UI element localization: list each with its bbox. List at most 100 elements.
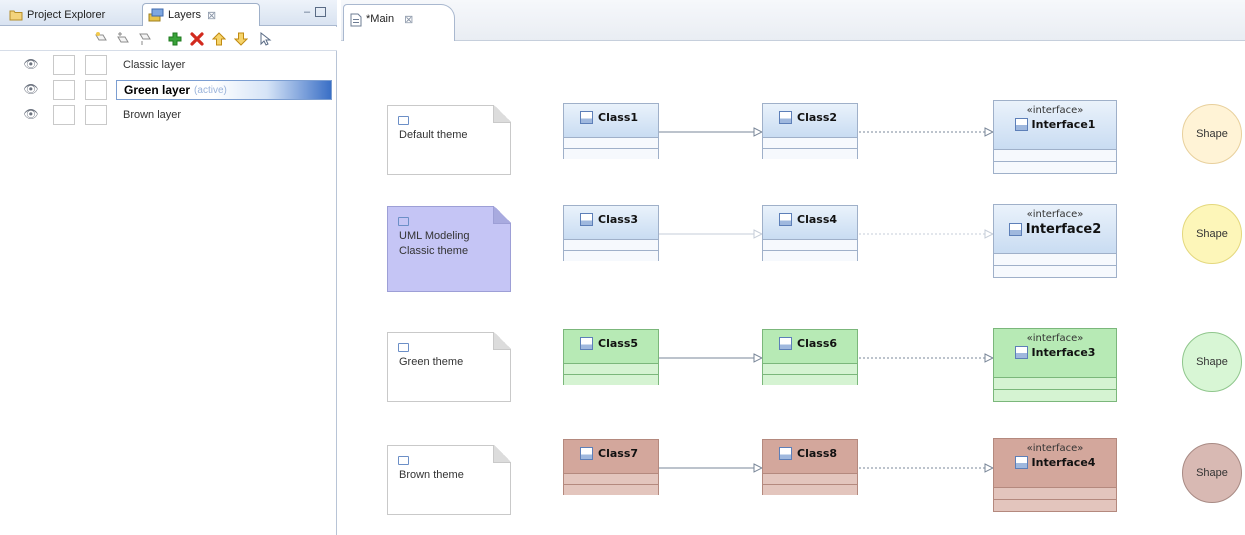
layer-row-green[interactable]: 👁 Green layer (active): [0, 77, 334, 102]
attribute-compartment: [994, 253, 1116, 265]
shape-label: Shape: [1196, 128, 1228, 140]
layer-row-classic[interactable]: 👁 Classic layer: [0, 52, 334, 77]
interface-box[interactable]: «interface» Interface1: [993, 100, 1117, 174]
eye-icon[interactable]: 👁: [23, 82, 38, 96]
editor-tab-bar: *Main ⊠: [341, 0, 1245, 41]
attribute-compartment: [564, 137, 658, 148]
class-box[interactable]: Class5: [563, 329, 659, 385]
close-icon[interactable]: ⊠: [207, 9, 216, 22]
editor-tab-main[interactable]: *Main ⊠: [343, 4, 455, 41]
class-name: Class1: [598, 111, 639, 124]
layer-lock-checkbox[interactable]: [53, 105, 75, 125]
class-name: Class8: [797, 447, 838, 460]
class-name: Class3: [598, 213, 639, 226]
interface-box[interactable]: «interface» Interface4: [993, 438, 1117, 512]
class-box[interactable]: Class4: [762, 205, 858, 261]
note-green-theme[interactable]: Green theme: [387, 332, 511, 402]
layer-option-checkbox[interactable]: [85, 80, 107, 100]
new-layer-icon[interactable]: [92, 30, 110, 48]
attribute-compartment: [763, 363, 857, 374]
shape-label: Shape: [1196, 356, 1228, 368]
tab-layers[interactable]: Layers ⊠: [142, 3, 260, 26]
interface-header: «interface» Interface4: [994, 439, 1116, 487]
attribute-compartment: [994, 149, 1116, 161]
shape-ellipse[interactable]: Shape: [1182, 104, 1242, 164]
operation-compartment: [763, 484, 857, 495]
class-box[interactable]: Class7: [563, 439, 659, 495]
operation-compartment: [994, 265, 1116, 277]
eye-icon[interactable]: 👁: [23, 57, 38, 71]
note-text: UML Modeling Classic theme: [399, 230, 470, 257]
layer-option-checkbox[interactable]: [85, 105, 107, 125]
layer-lock-checkbox[interactable]: [53, 55, 75, 75]
layer-name: Classic layer: [123, 59, 186, 71]
interface-box[interactable]: «interface» Interface3: [993, 328, 1117, 402]
note-default-theme[interactable]: Default theme: [387, 105, 511, 175]
interface-header: «interface» Interface1: [994, 101, 1116, 149]
class-box[interactable]: Class1: [563, 103, 659, 159]
delete-icon[interactable]: [188, 30, 206, 48]
layer-option-checkbox[interactable]: [85, 55, 107, 75]
operation-compartment: [564, 484, 658, 495]
class-box[interactable]: Class6: [762, 329, 858, 385]
attribute-compartment: [564, 239, 658, 250]
class-name: Class2: [797, 111, 838, 124]
layer-name-text: Green layer: [124, 83, 191, 97]
class-box[interactable]: Class3: [563, 205, 659, 261]
shape-label: Shape: [1196, 467, 1228, 479]
note-classic-theme[interactable]: UML Modeling Classic theme: [387, 206, 511, 292]
class-icon: [779, 111, 792, 124]
class-box[interactable]: Class2: [762, 103, 858, 159]
class-header: Class7: [564, 440, 658, 473]
class-header: Class8: [763, 440, 857, 473]
attribute-compartment: [763, 473, 857, 484]
diagram-canvas[interactable]: Default theme Class1 Class2 «interface» …: [341, 42, 1245, 535]
shape-ellipse[interactable]: Shape: [1182, 332, 1242, 392]
tab-label: Project Explorer: [27, 8, 106, 21]
note-fold: [493, 206, 511, 224]
eye-icon[interactable]: 👁: [23, 107, 38, 121]
class-icon: [779, 213, 792, 226]
operation-compartment: [763, 148, 857, 159]
interface-icon: [1014, 346, 1028, 359]
note-text: Brown theme: [399, 469, 464, 481]
operation-compartment: [564, 148, 658, 159]
class-header: Class6: [763, 330, 857, 363]
maximize-icon[interactable]: □: [315, 7, 326, 17]
interface-box[interactable]: «interface» Interface2: [993, 204, 1117, 278]
interface-stereotype: «interface»: [1026, 333, 1084, 344]
close-icon[interactable]: ⊠: [404, 13, 413, 26]
minimize-icon[interactable]: –: [300, 6, 314, 18]
note-text: Default theme: [399, 129, 468, 141]
tab-label: Layers: [168, 9, 202, 21]
class-name: Class6: [797, 337, 838, 350]
shape-ellipse[interactable]: Shape: [1182, 443, 1242, 503]
class-icon: [779, 337, 792, 350]
shape-label: Shape: [1196, 228, 1228, 240]
layer-name: Brown layer: [123, 109, 182, 121]
new-layer-below-icon[interactable]: [136, 30, 154, 48]
interface-icon: [1014, 456, 1028, 469]
class-icon: [580, 213, 593, 226]
tab-project-explorer[interactable]: Project Explorer: [4, 3, 144, 26]
diagram-editor: *Main ⊠ Default theme Class1 Class2 «int…: [341, 0, 1245, 535]
attribute-compartment: [564, 473, 658, 484]
layer-row-brown[interactable]: 👁 Brown layer: [0, 102, 334, 127]
class-box[interactable]: Class8: [762, 439, 858, 495]
new-layer-above-icon[interactable]: [114, 30, 132, 48]
note-fold: [493, 445, 511, 463]
note-icon: [398, 116, 409, 125]
interface-stereotype: «interface»: [1026, 209, 1084, 220]
layer-lock-checkbox[interactable]: [53, 80, 75, 100]
class-name: Class7: [598, 447, 639, 460]
note-brown-theme[interactable]: Brown theme: [387, 445, 511, 515]
view-tab-bar: Project Explorer Layers ⊠ – □: [0, 0, 337, 26]
shape-ellipse[interactable]: Shape: [1182, 204, 1242, 264]
add-icon[interactable]: [166, 30, 184, 48]
note-icon: [398, 343, 409, 352]
move-up-icon[interactable]: [210, 30, 228, 48]
select-icon[interactable]: [256, 30, 274, 48]
move-down-icon[interactable]: [232, 30, 250, 48]
layers-view: Project Explorer Layers ⊠ – □ 👁 Classic …: [0, 0, 337, 535]
operation-compartment: [994, 499, 1116, 511]
